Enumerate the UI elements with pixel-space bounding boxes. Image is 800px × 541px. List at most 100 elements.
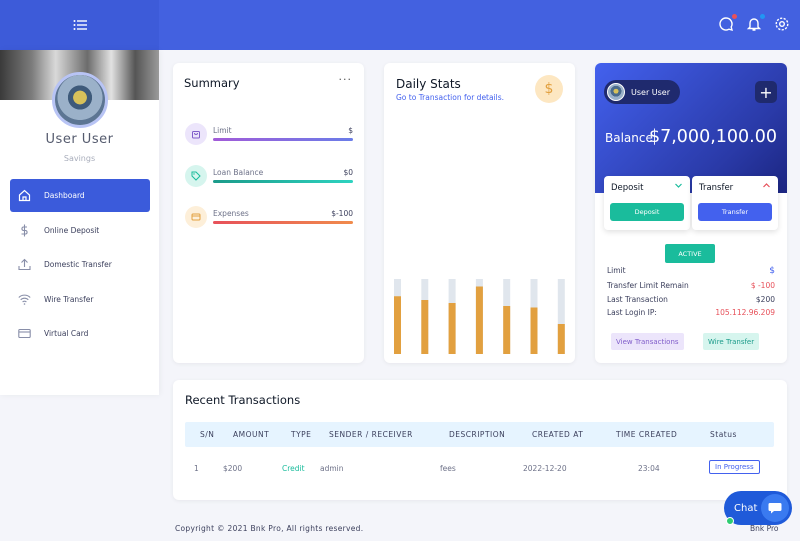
sidebar-item-dashboard[interactable]: Dashboard [10, 179, 150, 212]
wifi-icon [17, 292, 31, 306]
info-label: Transfer Limit Remain [607, 281, 689, 290]
table-cell: 23:04 [638, 464, 660, 473]
credit-card-icon [185, 206, 207, 228]
bar [448, 303, 456, 354]
info-value: $ [769, 266, 775, 276]
chat-label: Chat [734, 502, 758, 514]
chat-widget-button[interactable]: Chat [724, 491, 792, 525]
user-pill[interactable]: User User [604, 80, 681, 104]
card-icon [17, 327, 31, 341]
sidebar-toggle[interactable] [0, 0, 159, 50]
gear-icon[interactable] [774, 16, 790, 32]
chat-icon[interactable] [718, 14, 737, 32]
column-header: DESCRIPTION [449, 430, 506, 439]
progress-bar [213, 138, 353, 141]
user-pill-label: User User [631, 87, 671, 97]
info-row-transfer-limit: Transfer Limit Remain $ -100 [607, 281, 775, 290]
bar [530, 307, 538, 354]
chevron-down-icon [674, 181, 683, 192]
summary-label: Loan Balance [213, 168, 264, 177]
profile-name: User User [45, 132, 114, 147]
column-header: Status [710, 430, 737, 439]
column-header: SENDER / RECEIVER [329, 430, 413, 439]
column-header: TIME CREATED [616, 430, 678, 439]
home-icon [17, 189, 31, 203]
daily-stats-chart [394, 279, 565, 354]
avatar [607, 83, 625, 101]
summary-row-expenses: Expenses $-100 [185, 206, 353, 230]
bag-icon [185, 123, 207, 145]
info-value: $200 [755, 295, 775, 304]
info-label: Last Transaction [607, 295, 668, 304]
hamburger-icon[interactable] [73, 19, 87, 31]
chat-bubble-icon [761, 494, 789, 522]
deposit-dropdown-label: Deposit [611, 183, 644, 193]
summary-title: Summary [184, 76, 240, 90]
footer-copyright: Copyright © 2021 Bnk Pro, All rights res… [175, 524, 364, 533]
summary-label: Limit [213, 126, 232, 135]
progress-bar [213, 180, 353, 183]
more-options-icon[interactable]: ··· [339, 73, 353, 86]
bell-icon[interactable] [746, 14, 765, 32]
info-row-last-login-ip: Last Login IP: 105.112.96.209 [607, 308, 775, 317]
bar [394, 296, 401, 354]
summary-value: $0 [343, 168, 353, 177]
online-status-dot [726, 517, 734, 525]
wire-transfer-button[interactable]: Wire Transfer [703, 333, 760, 350]
sidebar-item-domestic-transfer[interactable]: Domestic Transfer [10, 248, 150, 281]
sidebar-item-online-deposit[interactable]: Online Deposit [10, 214, 150, 247]
info-label: Limit [607, 266, 626, 275]
transfer-button[interactable]: Transfer [698, 203, 772, 221]
transfer-dropdown[interactable]: Transfer Transfer [692, 176, 778, 230]
transfer-dropdown-label: Transfer [699, 183, 734, 193]
table-cell: 1 [194, 464, 199, 473]
balance-label: Balance [605, 131, 653, 145]
column-header: AMOUNT [233, 430, 270, 439]
top-navbar [0, 0, 800, 50]
sidebar-item-wire-transfer[interactable]: Wire Transfer [10, 283, 150, 316]
bar [421, 300, 429, 354]
column-header: S/N [200, 430, 215, 439]
deposit-button[interactable]: Deposit [610, 203, 684, 221]
balance-card: User User + Balance $7,000,100.00 Deposi… [595, 63, 787, 363]
footer-brand: Bnk Pro [750, 524, 779, 533]
summary-value: $ [348, 126, 353, 135]
column-header: CREATED AT [532, 430, 584, 439]
table-cell: Credit [282, 464, 305, 473]
daily-stats-card: Daily Stats Go to Transaction for detail… [384, 63, 575, 363]
chevron-up-icon [762, 181, 771, 192]
bar [557, 324, 565, 354]
sidebar-item-virtual-card[interactable]: Virtual Card [10, 317, 150, 350]
avatar[interactable] [52, 72, 108, 128]
upload-icon [17, 258, 31, 272]
table-cell: fees [440, 464, 456, 473]
info-label: Last Login IP: [607, 308, 657, 317]
summary-label: Expenses [213, 209, 249, 218]
tag-icon [185, 165, 207, 187]
info-row-last-transaction: Last Transaction $200 [607, 295, 775, 304]
sidebar: User User Savings Dashboard Online Depos… [0, 50, 159, 395]
sidebar-item-label: Virtual Card [44, 329, 89, 338]
recent-transactions-title: Recent Transactions [185, 393, 301, 407]
sidebar-item-label: Dashboard [44, 191, 85, 200]
bar [503, 306, 511, 354]
view-transactions-button[interactable]: View Transactions [611, 333, 684, 350]
add-button[interactable]: + [755, 81, 777, 103]
sidebar-item-label: Domestic Transfer [44, 260, 112, 269]
status-badge: In Progress [709, 460, 760, 474]
deposit-dropdown[interactable]: Deposit Deposit [604, 176, 690, 230]
table-header: S/N AMOUNT TYPE SENDER / RECEIVER DESCRI… [185, 422, 774, 447]
bar [475, 286, 483, 354]
sidebar-nav: Dashboard Online Deposit Domestic Transf… [10, 179, 150, 352]
table-cell: admin [320, 464, 344, 473]
summary-row-loan-balance: Loan Balance $0 [185, 165, 353, 189]
dollar-icon [17, 223, 31, 237]
info-row-limit: Limit $ [607, 266, 775, 276]
table-cell: 2022-12-20 [523, 464, 567, 473]
progress-bar [213, 221, 353, 224]
balance-amount: $7,000,100.00 [648, 127, 777, 147]
summary-card: Summary ··· Limit $ Loan Balance $0 Expe… [173, 63, 364, 363]
profile-account-type: Savings [63, 154, 96, 163]
status-badge: ACTIVE [665, 244, 715, 263]
balance-header: User User + Balance $7,000,100.00 [595, 63, 787, 193]
